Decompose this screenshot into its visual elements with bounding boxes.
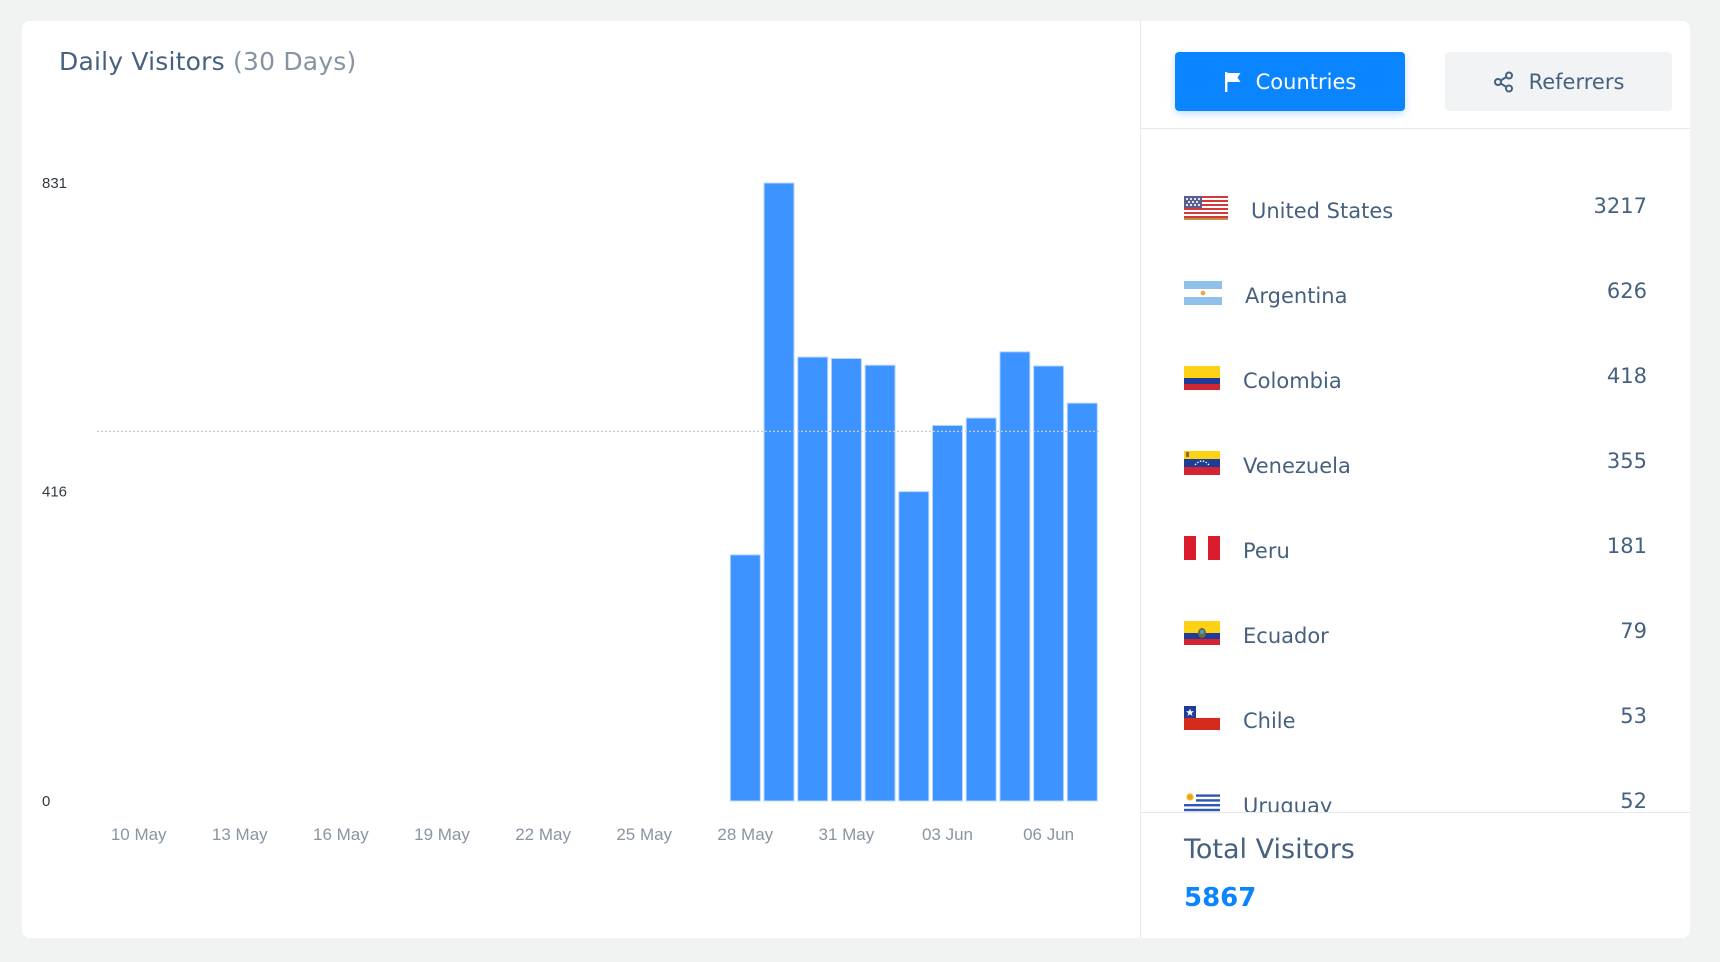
country-count: 418	[1606, 363, 1647, 388]
country-count: 181	[1606, 533, 1647, 558]
country-row-united-states[interactable]: United States 3217	[1141, 165, 1690, 250]
x-tick-label: 13 May	[212, 825, 268, 844]
ecuador-flag-icon	[1184, 620, 1220, 645]
dashboard-card: Daily Visitors (30 Days) 0 416 831 10 May 13…	[22, 21, 1690, 938]
bar[interactable]	[965, 417, 997, 802]
total-visitors-value: 5867	[1184, 883, 1257, 913]
country-name: Colombia	[1243, 368, 1342, 393]
share-icon	[1493, 71, 1513, 92]
x-tick-label: 16 May	[313, 825, 369, 844]
x-tick-label: 25 May	[616, 825, 672, 844]
x-tick-label: 10 May	[111, 825, 167, 844]
total-visitors-section: Total Visitors 5867	[1141, 812, 1690, 938]
total-visitors-label: Total Visitors	[1184, 834, 1355, 865]
country-count: 79	[1620, 618, 1647, 643]
bar[interactable]	[864, 364, 896, 802]
bar[interactable]	[729, 554, 761, 802]
tab-referrers-label: Referrers	[1528, 69, 1625, 94]
daily-visitors-chart: 0 416 831 10 May 13 May 16 May 19 May 22 May 25 …	[42, 175, 1100, 844]
country-name: Ecuador	[1243, 623, 1329, 648]
breakdown-panel: Countries Referrers United States 3217 A…	[1140, 21, 1690, 938]
country-list[interactable]: United States 3217 Argentina 626 Colombi…	[1141, 129, 1690, 812]
country-row-peru[interactable]: Peru 181	[1141, 505, 1690, 590]
colombia-flag-icon	[1184, 365, 1220, 390]
y-tick-label: 416	[42, 484, 67, 501]
x-tick-label: 06 Jun	[1023, 825, 1074, 844]
argentina-flag-icon	[1184, 280, 1222, 305]
country-name: United States	[1251, 198, 1394, 223]
country-count: 355	[1606, 448, 1647, 473]
us-flag-icon	[1184, 195, 1228, 220]
country-row-uruguay[interactable]: Uruguay 52	[1141, 760, 1690, 812]
bar[interactable]	[797, 356, 829, 802]
y-tick-label: 0	[42, 793, 50, 810]
chile-flag-icon	[1184, 705, 1220, 730]
country-name: Argentina	[1245, 283, 1348, 308]
country-count: 52	[1620, 788, 1647, 812]
country-count: 3217	[1593, 193, 1647, 218]
country-row-ecuador[interactable]: Ecuador 79	[1141, 590, 1690, 675]
bar[interactable]	[898, 491, 930, 802]
venezuela-flag-icon	[1184, 450, 1220, 475]
x-tick-label: 22 May	[515, 825, 571, 844]
country-name: Chile	[1243, 708, 1296, 733]
tab-referrers[interactable]: Referrers	[1445, 52, 1672, 111]
peru-flag-icon	[1184, 535, 1220, 560]
daily-visitors-panel: Daily Visitors (30 Days) 0 416 831 10 May 13…	[22, 21, 1140, 938]
x-tick-label: 19 May	[414, 825, 470, 844]
country-row-colombia[interactable]: Colombia 418	[1141, 335, 1690, 420]
country-row-chile[interactable]: Chile 53	[1141, 675, 1690, 760]
country-name: Uruguay	[1243, 793, 1333, 812]
country-name: Peru	[1243, 538, 1290, 563]
bar[interactable]	[932, 424, 963, 802]
x-tick-label: 28 May	[717, 825, 773, 844]
bar[interactable]	[830, 358, 862, 802]
country-count: 626	[1606, 278, 1647, 303]
country-count: 53	[1620, 703, 1647, 728]
y-tick-label: 831	[42, 175, 67, 192]
uruguay-flag-icon	[1184, 791, 1220, 812]
bar[interactable]	[763, 182, 795, 802]
bar[interactable]	[999, 351, 1031, 802]
bar[interactable]	[1066, 402, 1098, 802]
flag-icon	[1224, 71, 1241, 92]
x-tick-label: 03 Jun	[922, 825, 973, 844]
breakdown-tabs: Countries Referrers	[1141, 21, 1690, 129]
country-row-venezuela[interactable]: Venezuela 355	[1141, 420, 1690, 505]
country-name: Venezuela	[1243, 453, 1351, 478]
x-tick-label: 31 May	[819, 825, 875, 844]
tab-countries-label: Countries	[1255, 69, 1357, 94]
tab-countries[interactable]: Countries	[1175, 52, 1405, 111]
country-row-argentina[interactable]: Argentina 626	[1141, 250, 1690, 335]
